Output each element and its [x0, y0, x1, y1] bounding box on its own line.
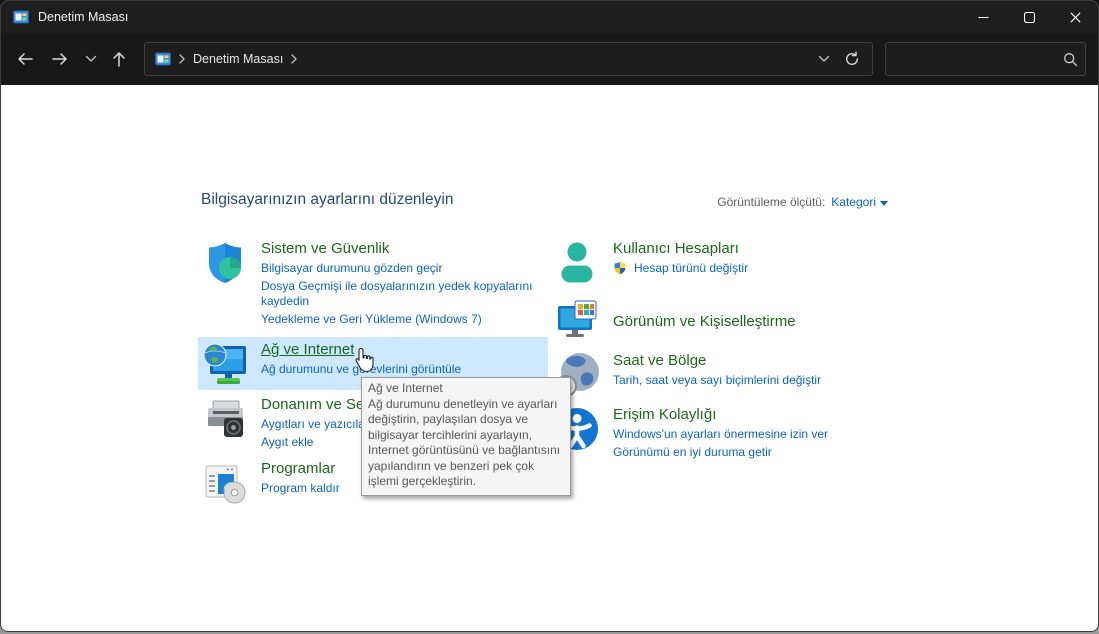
search-box[interactable]	[885, 42, 1086, 76]
category-link[interactable]: Windows'un ayarları önermesine izin ver	[613, 427, 903, 443]
category-link[interactable]: Görünümü en iyi duruma getir	[613, 445, 903, 461]
breadcrumb[interactable]: Denetim Masası	[193, 52, 283, 66]
category-title[interactable]: Erişim Kolaylığı	[613, 405, 903, 424]
tooltip-title: Ağ ve Internet	[368, 381, 564, 397]
back-arrow-icon	[16, 51, 34, 67]
category-user-accounts[interactable]: Kullanıcı Hesapları	[553, 239, 903, 287]
hand-cursor-icon	[353, 347, 378, 379]
up-button[interactable]	[105, 45, 133, 73]
category-link[interactable]: Ağ durumunu ve görevlerini görüntüle	[261, 362, 548, 378]
address-bar[interactable]: Denetim Masası	[144, 42, 873, 76]
view-by-dropdown[interactable]: Kategori	[831, 195, 888, 209]
window-title: Denetim Masası	[38, 10, 960, 24]
control-panel-icon	[13, 9, 29, 25]
chevron-down-icon	[85, 55, 97, 63]
category-title[interactable]: Kullanıcı Hesapları	[613, 239, 903, 258]
chevron-down-icon	[818, 55, 830, 63]
control-panel-window: Denetim Masası	[0, 0, 1099, 632]
category-link[interactable]: Dosya Geçmişi ile dosyalarınızın yedek k…	[261, 279, 551, 310]
chevron-right-icon[interactable]	[178, 54, 186, 64]
category-link[interactable]: Hesap türünü değiştir	[613, 261, 903, 277]
category-system-security[interactable]: Sistem ve Güvenlik Bilgisayar durumunu g…	[201, 239, 551, 329]
chevron-right-icon[interactable]	[290, 54, 298, 64]
address-dropdown-button[interactable]	[810, 45, 838, 73]
personalization-monitor-icon	[553, 297, 601, 345]
content-area: Bilgisayarınızın ayarlarını düzenleyin G…	[1, 85, 1098, 631]
titlebar: Denetim Masası	[1, 1, 1098, 33]
close-button[interactable]	[1052, 1, 1098, 33]
close-icon	[1070, 12, 1081, 23]
search-input[interactable]	[886, 52, 1063, 66]
network-monitor-icon	[201, 340, 249, 388]
printer-speaker-icon	[201, 395, 249, 443]
category-link[interactable]: Yedekleme ve Geri Yükleme (Windows 7)	[261, 312, 551, 328]
category-appearance-personalization[interactable]: Görünüm ve Kişiselleştirme	[553, 297, 903, 345]
category-clock-region[interactable]: Saat ve Bölge Tarih, saat veya sayı biçi…	[553, 351, 903, 399]
program-cd-icon	[201, 459, 249, 507]
maximize-button[interactable]	[1006, 1, 1052, 33]
category-title[interactable]: Saat ve Bölge	[613, 351, 903, 370]
category-link[interactable]: Tarih, saat veya sayı biçimlerini değişt…	[613, 373, 903, 389]
navigation-bar: Denetim Masası	[1, 33, 1098, 85]
refresh-button[interactable]	[838, 45, 866, 73]
shield-icon	[201, 239, 249, 287]
category-title[interactable]: Görünüm ve Kişiselleştirme	[613, 312, 903, 331]
search-icon[interactable]	[1063, 52, 1078, 67]
minimize-button[interactable]	[960, 1, 1006, 33]
recent-locations-button[interactable]	[77, 45, 105, 73]
uac-shield-icon	[613, 261, 629, 277]
tooltip-body: Ağ durumunu denetleyin ve ayarları değiş…	[368, 397, 564, 490]
category-ease-of-access[interactable]: Erişim Kolaylığı Windows'un ayarları öne…	[553, 405, 903, 462]
caret-down-icon	[880, 201, 888, 206]
view-by-control: Görüntüleme ölçütü: Kategori	[717, 195, 888, 209]
category-link[interactable]: Bilgisayar durumunu gözden geçir	[261, 261, 551, 277]
maximize-icon	[1024, 12, 1035, 23]
tooltip: Ağ ve Internet Ağ durumunu denetleyin ve…	[361, 377, 571, 496]
up-arrow-icon	[111, 50, 127, 68]
back-button[interactable]	[11, 45, 39, 73]
forward-arrow-icon	[51, 51, 69, 67]
forward-button[interactable]	[46, 45, 74, 73]
control-panel-icon	[155, 51, 171, 67]
page-title: Bilgisayarınızın ayarlarını düzenleyin	[201, 191, 453, 209]
category-title[interactable]: Ağ ve Internet	[261, 340, 548, 359]
user-icon	[553, 239, 601, 287]
minimize-icon	[978, 12, 989, 23]
view-by-label: Görüntüleme ölçütü:	[717, 195, 825, 209]
category-title[interactable]: Sistem ve Güvenlik	[261, 239, 551, 258]
refresh-icon	[844, 51, 860, 67]
